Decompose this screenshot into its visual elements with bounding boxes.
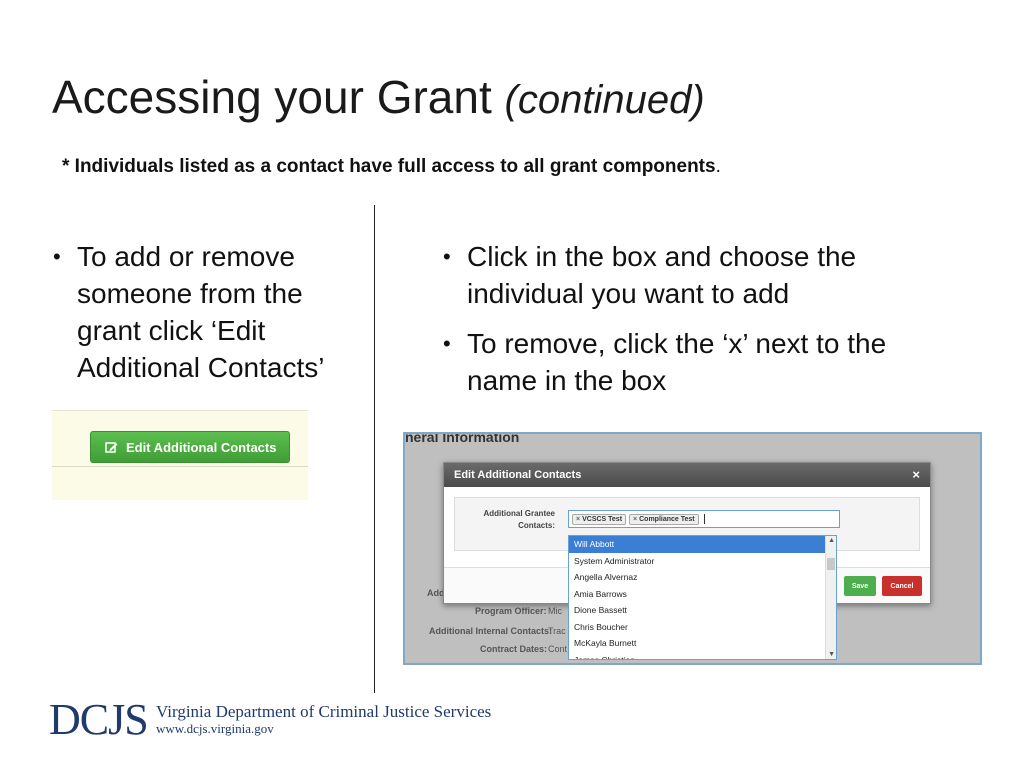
tag-remove-icon[interactable]: × [633, 516, 637, 523]
access-note: * Individuals listed as a contact have f… [62, 156, 721, 178]
grantee-contacts-label: Additional Grantee Contacts: [483, 509, 555, 530]
contact-tag: × VCSCS Test [572, 513, 627, 525]
close-icon[interactable]: × [912, 467, 920, 482]
background-row-value: Mic [548, 606, 562, 616]
dcjs-logo: DCJS [49, 695, 149, 744]
contacts-dropdown[interactable]: Will Abbott System Administrator Angella… [568, 535, 837, 660]
contact-tag-label: VCSCS Test [582, 515, 623, 523]
access-note-bold: * Individuals listed as a contact have f… [62, 156, 716, 177]
right-bullet-list: Click in the box and choose the individu… [443, 238, 963, 412]
slide-title: Accessing your Grant (continued) [52, 70, 705, 124]
save-button[interactable]: Save [844, 576, 876, 596]
screenshot-rule [52, 466, 308, 467]
column-divider [374, 205, 375, 693]
background-row-label: Program Officer: [475, 606, 547, 616]
contact-tag: × Compliance Test [629, 513, 699, 525]
dropdown-scrollbar[interactable]: ▲ ▼ [825, 536, 836, 659]
left-bullet-list: To add or remove someone from the grant … [53, 238, 365, 399]
dropdown-option[interactable]: System Administrator [569, 553, 836, 570]
background-row-label: Contract Dates: [480, 644, 548, 654]
org-name: Virginia Department of Criminal Justice … [156, 702, 492, 721]
slide-title-main: Accessing your Grant [52, 71, 492, 123]
edit-contacts-modal-screenshot: neral Information Add Program Officer: M… [403, 432, 982, 665]
background-section-heading: neral Information [405, 432, 520, 445]
modal-title: Edit Additional Contacts [454, 469, 582, 481]
grantee-contacts-input[interactable]: × VCSCS Test × Compliance Test [568, 510, 840, 528]
background-row-label: Additional Internal Contacts: [429, 626, 553, 636]
dropdown-option[interactable]: Angella Alvernaz [569, 569, 836, 586]
edit-additional-contacts-label: Edit Additional Contacts [126, 439, 277, 455]
background-row-value: Cont [548, 644, 568, 654]
scroll-down-icon[interactable]: ▼ [828, 651, 835, 658]
access-note-end: . [715, 156, 721, 177]
dropdown-option[interactable]: Amia Barrows [569, 586, 836, 603]
background-row-label: Add [427, 588, 445, 598]
right-bullet-item: Click in the box and choose the individu… [443, 238, 963, 312]
dropdown-option[interactable]: Will Abbott [569, 536, 836, 553]
dropdown-option[interactable]: Chris Boucher [569, 619, 836, 636]
right-bullet-item: To remove, click the ‘x’ next to the nam… [443, 325, 963, 399]
org-url: www.dcjs.virginia.gov [156, 721, 274, 736]
edit-additional-contacts-button[interactable]: Edit Additional Contacts [90, 431, 290, 463]
dropdown-option[interactable]: McKayla Burnett [569, 635, 836, 652]
dropdown-option[interactable]: James Christian [569, 652, 836, 660]
background-row-value: Trac [548, 626, 566, 636]
scroll-up-icon[interactable]: ▲ [828, 537, 835, 544]
slide-title-italic: (continued) [504, 78, 705, 122]
modal-header: Edit Additional Contacts × [444, 463, 930, 487]
left-bullet-item: To add or remove someone from the grant … [53, 238, 365, 386]
text-cursor [703, 514, 705, 524]
dropdown-option[interactable]: Dione Bassett [569, 602, 836, 619]
edit-icon [105, 441, 118, 453]
scrollbar-thumb[interactable] [827, 558, 835, 570]
edit-contacts-screenshot: Edit Additional Contacts [52, 410, 308, 500]
contact-tag-label: Compliance Test [639, 515, 695, 523]
tag-remove-icon[interactable]: × [576, 516, 580, 523]
cancel-button[interactable]: Cancel [882, 576, 922, 596]
